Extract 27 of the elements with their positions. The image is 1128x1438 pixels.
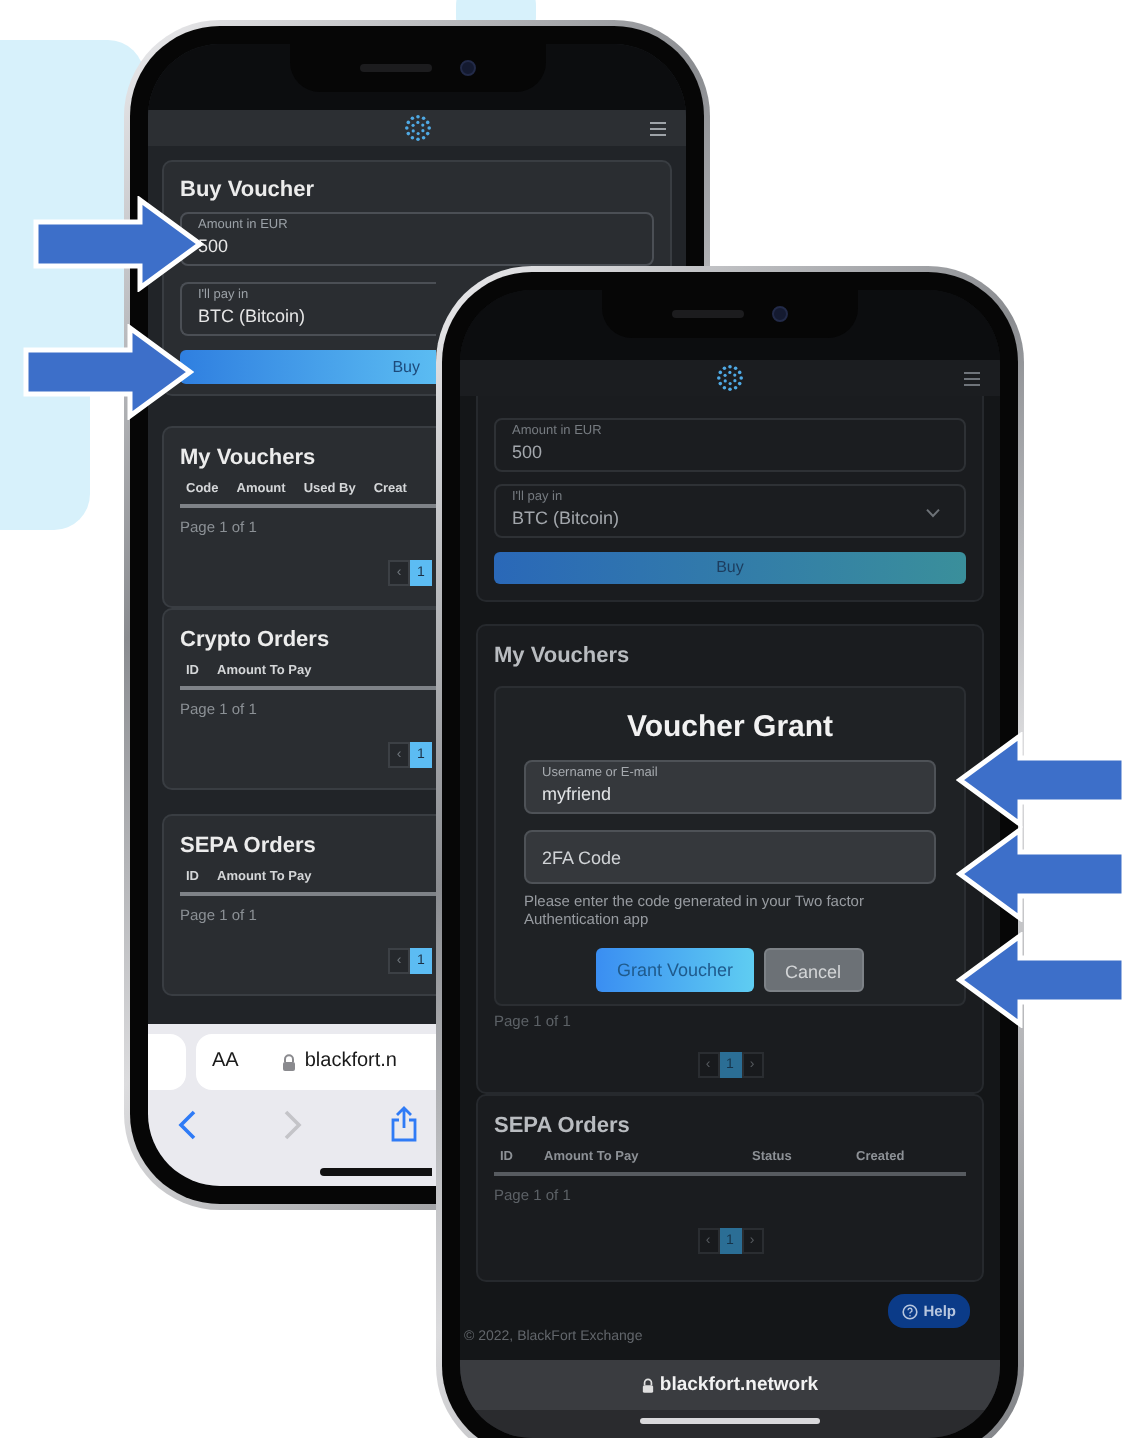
- help-icon: [901, 1303, 918, 1319]
- lock-icon: [282, 1053, 297, 1071]
- dotted-logo-icon[interactable]: [716, 364, 744, 392]
- share-icon[interactable]: [390, 1106, 418, 1142]
- address-bar[interactable]: blackfort.network: [460, 1360, 1000, 1410]
- text-size-button[interactable]: AA: [212, 1050, 239, 1074]
- menu-icon[interactable]: [650, 121, 666, 135]
- buy-button[interactable]: Buy: [180, 350, 436, 384]
- section-title: Crypto Orders: [180, 626, 330, 654]
- menu-icon[interactable]: [964, 371, 980, 385]
- home-indicator: [320, 1168, 432, 1176]
- dotted-logo-icon[interactable]: [403, 114, 431, 142]
- cancel-button[interactable]: Cancel: [763, 948, 864, 992]
- chevron-down-icon: [926, 508, 940, 518]
- address-bar[interactable]: AA blackfort.n: [196, 1034, 436, 1090]
- section-title: My Vouchers: [180, 444, 316, 472]
- back-icon[interactable]: [178, 1109, 196, 1139]
- section-title: SEPA Orders: [180, 832, 316, 860]
- url-text[interactable]: blackfort.n: [304, 1050, 397, 1074]
- grant-voucher-button[interactable]: Grant Voucher: [596, 948, 754, 992]
- section-title: SEPA Orders: [494, 1112, 630, 1140]
- dialog-title: Voucher Grant: [624, 708, 836, 748]
- section-title: My Vouchers: [494, 642, 630, 670]
- section-title: Buy Voucher: [180, 176, 315, 204]
- url-text[interactable]: blackfort.network: [659, 1373, 819, 1397]
- lock-icon: [641, 1377, 654, 1393]
- code-field[interactable]: 2FA Code: [524, 830, 936, 884]
